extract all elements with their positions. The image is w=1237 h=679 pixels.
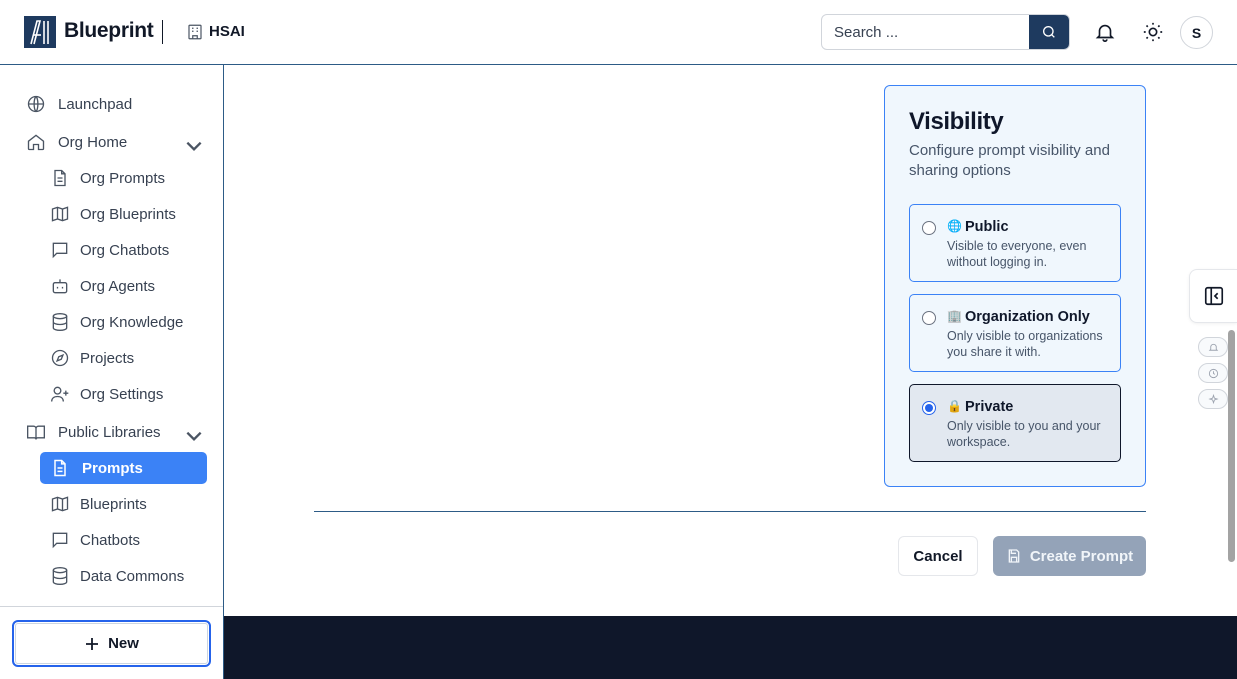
sidebar-item-org-home[interactable]: Org Home bbox=[26, 126, 212, 158]
sidebar-item-blueprints[interactable]: Blueprints bbox=[50, 488, 207, 520]
sidebar-item-label: Projects bbox=[80, 349, 135, 367]
top-header: Blueprint HSAI S bbox=[0, 0, 1237, 65]
blueprint-logo-icon[interactable] bbox=[24, 16, 56, 48]
database-icon bbox=[52, 313, 68, 332]
lock-icon: 🔒 bbox=[947, 399, 962, 413]
compass-icon bbox=[51, 349, 69, 367]
sidebar-item-label: Org Home bbox=[58, 133, 128, 151]
private-radio[interactable] bbox=[922, 401, 936, 415]
user-plus-icon bbox=[51, 386, 69, 402]
user-avatar[interactable]: S bbox=[1180, 16, 1213, 49]
sparkle-icon bbox=[1207, 393, 1219, 404]
visibility-description: Configure prompt visibility and sharing … bbox=[909, 142, 1110, 179]
org-name[interactable]: HSAI bbox=[209, 23, 245, 40]
sidebar-item-data-commons[interactable]: Data Commons bbox=[50, 560, 207, 592]
sidebar-item-org-prompts[interactable]: Org Prompts bbox=[50, 162, 207, 194]
cancel-button[interactable]: Cancel bbox=[898, 536, 978, 576]
sidebar-item-label: Org Prompts bbox=[80, 169, 166, 187]
visibility-option-private[interactable]: 🔒 Private Only visible to you and your w… bbox=[909, 384, 1121, 462]
map-icon bbox=[51, 206, 69, 222]
bell-icon[interactable] bbox=[1094, 21, 1116, 43]
brand-name[interactable]: Blueprint bbox=[64, 19, 154, 43]
page-footer bbox=[224, 616, 1237, 679]
book-icon bbox=[27, 425, 45, 440]
sidebar-item-label: Blueprints bbox=[80, 495, 147, 513]
sidebar-footer: New bbox=[0, 606, 223, 679]
sidebar-item-label: Org Agents bbox=[80, 277, 156, 295]
sidebar-item-org-knowledge[interactable]: Org Knowledge bbox=[50, 306, 207, 338]
sidebar-item-org-agents[interactable]: Org Agents bbox=[50, 270, 207, 302]
chat-icon bbox=[52, 532, 68, 549]
globe-icon: 🌐 bbox=[947, 219, 962, 233]
visibility-option-organization[interactable]: 🏢 Organization Only Only visible to orga… bbox=[909, 294, 1121, 372]
sidebar-item-public-libraries[interactable]: Public Libraries bbox=[26, 416, 212, 448]
visibility-card: Visibility Configure prompt visibility a… bbox=[884, 85, 1146, 487]
chat-icon bbox=[52, 242, 68, 259]
office-building-icon: 🏢 bbox=[947, 309, 962, 323]
chevron-down-icon[interactable] bbox=[184, 426, 204, 446]
panel-toggle-button[interactable] bbox=[1189, 269, 1237, 323]
sidebar-item-chatbots[interactable]: Chatbots bbox=[50, 524, 207, 556]
sidebar-item-org-settings[interactable]: Org Settings bbox=[50, 378, 207, 410]
chevron-down-icon[interactable] bbox=[184, 136, 204, 156]
history-mini-button[interactable] bbox=[1198, 363, 1228, 383]
option-description: Only visible to you and your workspace. bbox=[947, 419, 1101, 449]
home-icon bbox=[27, 134, 45, 151]
scrollbar-thumb[interactable] bbox=[1228, 330, 1235, 562]
panel-collapse-icon bbox=[1204, 286, 1223, 306]
bell-icon bbox=[1208, 343, 1218, 351]
document-icon bbox=[54, 459, 66, 477]
sidebar-item-org-blueprints[interactable]: Org Blueprints bbox=[50, 198, 207, 230]
public-radio[interactable] bbox=[922, 221, 936, 235]
sidebar-item-label: Prompts bbox=[82, 459, 143, 477]
notifications-mini-button[interactable] bbox=[1198, 337, 1228, 357]
option-description: Only visible to organizations you share … bbox=[947, 329, 1103, 359]
database-icon bbox=[52, 567, 68, 586]
theme-toggle-sun-icon[interactable] bbox=[1142, 21, 1164, 43]
create-prompt-button[interactable]: Create Prompt bbox=[993, 536, 1146, 576]
map-icon bbox=[51, 496, 69, 512]
sidebar-item-org-chatbots[interactable]: Org Chatbots bbox=[50, 234, 207, 266]
search-icon bbox=[1043, 26, 1055, 38]
option-title: Organization Only bbox=[965, 309, 1090, 325]
sidebar-item-label: Public Libraries bbox=[58, 423, 161, 441]
sidebar-item-label: Org Settings bbox=[80, 385, 164, 403]
form-divider bbox=[314, 511, 1146, 512]
sidebar-item-label: Chatbots bbox=[80, 531, 141, 549]
new-button-label: New bbox=[108, 635, 139, 652]
sidebar-item-projects[interactable]: Projects bbox=[50, 342, 207, 374]
sparkle-mini-button[interactable] bbox=[1198, 389, 1228, 409]
document-icon bbox=[54, 169, 66, 187]
sidebar-item-label: Org Chatbots bbox=[80, 241, 170, 259]
search-input[interactable] bbox=[822, 15, 1031, 49]
sidebar-item-launchpad[interactable]: Launchpad bbox=[26, 88, 212, 120]
search-button[interactable] bbox=[1029, 15, 1069, 49]
sidebar-item-label: Org Blueprints bbox=[80, 205, 176, 223]
sidebar-item-label: Launchpad bbox=[58, 95, 133, 113]
organization-radio[interactable] bbox=[922, 311, 936, 325]
save-icon bbox=[1008, 549, 1020, 563]
clock-icon bbox=[1208, 368, 1218, 378]
option-title: Private bbox=[965, 399, 1014, 415]
sidebar: Launchpad Org Home Org Prompts Org Bluep… bbox=[0, 65, 224, 679]
globe-icon bbox=[27, 95, 45, 113]
visibility-title: Visibility bbox=[909, 108, 1004, 135]
search-bar bbox=[821, 14, 1070, 50]
bot-icon bbox=[52, 279, 68, 294]
option-title: Public bbox=[965, 219, 1009, 235]
option-description: Visible to everyone, even without loggin… bbox=[947, 239, 1087, 269]
building-icon bbox=[188, 24, 202, 40]
sidebar-item-label: Data Commons bbox=[80, 567, 185, 585]
header-divider bbox=[162, 20, 163, 44]
new-button[interactable]: New bbox=[12, 620, 211, 667]
plus-icon bbox=[86, 637, 99, 650]
visibility-option-public[interactable]: 🌐 Public Visible to everyone, even witho… bbox=[909, 204, 1121, 282]
create-prompt-label: Create Prompt bbox=[1029, 547, 1134, 565]
sidebar-item-prompts[interactable]: Prompts bbox=[40, 452, 207, 484]
sidebar-item-label: Org Knowledge bbox=[80, 313, 184, 331]
